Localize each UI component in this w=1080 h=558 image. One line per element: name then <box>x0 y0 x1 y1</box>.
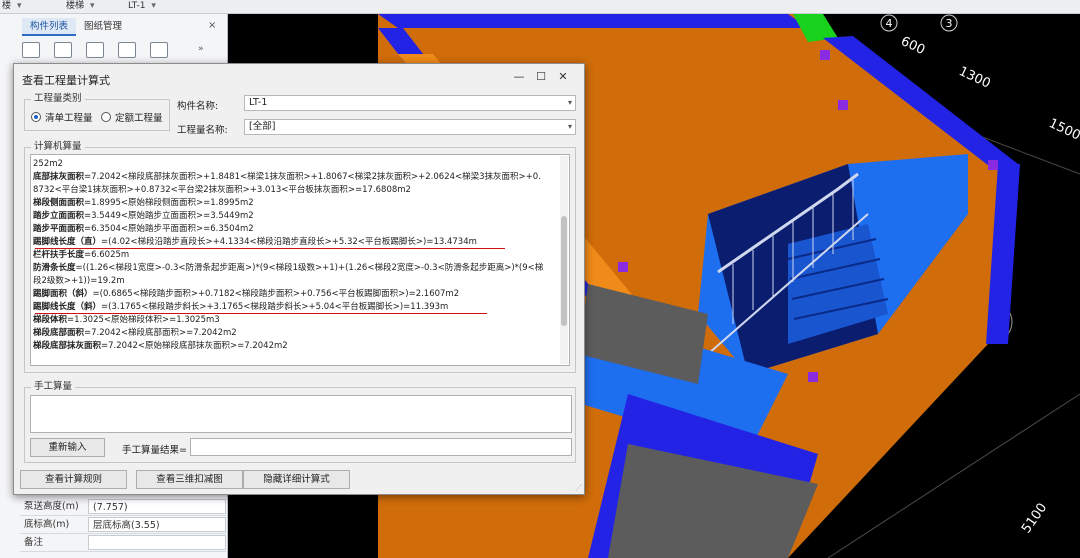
component-name-label: 构件名称: <box>177 101 219 112</box>
category-dropdown[interactable]: 楼梯 <box>66 0 95 13</box>
radio-label: 定额工程量 <box>115 113 163 124</box>
reenter-button[interactable]: 重新输入 <box>30 438 105 457</box>
left-panel-tabs: 构件列表 图纸管理 <box>22 18 130 36</box>
property-key: 备注 <box>24 537 44 548</box>
view-3d-deduction-button[interactable]: 查看三维扣减图 <box>136 470 243 489</box>
quantity-category-label: 工程量类别 <box>31 93 85 105</box>
radio-norm-quantity[interactable]: 定额工程量 <box>101 110 163 124</box>
purple-marker <box>808 372 818 382</box>
purple-marker <box>988 160 998 170</box>
dialog-title: 查看工程量计算式 <box>22 74 110 87</box>
property-value[interactable] <box>88 535 226 550</box>
maximize-icon[interactable]: ☐ <box>530 70 552 83</box>
layer-copy-icon[interactable] <box>118 42 136 58</box>
axis-label-3: 3 <box>946 17 953 30</box>
radio-unselected-icon <box>101 112 111 122</box>
delete-icon[interactable] <box>86 42 104 58</box>
calc-line: 8732<平台梁1抹灰面积>+0.8732<平台梁2抹灰面积>+3.013<平台… <box>33 185 411 195</box>
hide-details-button[interactable]: 隐藏详细计算式 <box>243 470 350 489</box>
computer-calc-label: 计算机算量 <box>31 141 85 153</box>
top-toolbar: 楼 楼梯 LT-1 <box>0 0 1080 14</box>
save-icon[interactable] <box>150 42 168 58</box>
minimize-icon[interactable]: — <box>508 70 530 83</box>
quantity-formula-dialog: 查看工程量计算式 — ☐ ✕ 工程量类别 清单工程量 定额工程量 构件名称: L… <box>13 63 585 495</box>
calc-line: 梯段体积=1.3025<原始梯段体积>=1.3025m3 <box>33 315 220 325</box>
tab-drawing-management[interactable]: 图纸管理 <box>76 18 130 36</box>
quantity-name-select[interactable]: [全部] <box>244 119 576 135</box>
purple-marker <box>838 100 848 110</box>
quantity-name-label: 工程量名称: <box>177 125 228 136</box>
manual-result-field[interactable] <box>190 438 572 456</box>
window-controls: — ☐ ✕ <box>508 70 574 83</box>
calc-line: 底部抹灰面积=7.2042<梯段底部抹灰面积>+1.8481<梯梁1抹灰面积>+… <box>33 172 541 182</box>
calc-line: 梯段底部面积=7.2042<梯段底部面积>=7.2042m2 <box>33 328 237 338</box>
close-icon[interactable]: ✕ <box>552 70 574 83</box>
radio-label: 清单工程量 <box>45 113 93 124</box>
floor-dropdown[interactable]: 楼 <box>2 0 22 13</box>
new-component-icon[interactable] <box>22 42 40 58</box>
calc-line: 梯段底部抹灰面积=7.2042<原始梯段底部抹灰面积>=7.2042m2 <box>33 341 288 351</box>
view-rules-button[interactable]: 查看计算规则 <box>20 470 127 489</box>
quantity-category-group: 工程量类别 清单工程量 定额工程量 <box>24 93 170 131</box>
calc-scrollbar[interactable] <box>560 156 568 364</box>
radio-bill-quantity[interactable]: 清单工程量 <box>31 110 93 124</box>
property-row: 泵送高度(m) (7.757) <box>20 498 226 516</box>
property-key: 泵送高度(m) <box>24 501 79 512</box>
property-value[interactable]: (7.757) <box>88 499 226 514</box>
scrollbar-thumb[interactable] <box>561 216 567 326</box>
property-key: 底标高(m) <box>24 519 70 530</box>
calc-formula-textbox[interactable]: 252m2 底部抹灰面积=7.2042<梯段底部抹灰面积>+1.8481<梯梁1… <box>30 154 570 366</box>
component-toolbar <box>22 42 182 58</box>
calc-line: 踏步立面面积=3.5449<原始踏步立面面积>=3.5449m2 <box>33 211 254 221</box>
expand-toolbar-icon[interactable]: » <box>198 44 204 54</box>
close-icon[interactable]: × <box>208 20 216 31</box>
calc-line: 段2级数>+1))=19.2m <box>33 276 125 286</box>
top-wall-band <box>378 14 808 28</box>
resize-grip-icon[interactable]: ⋰ <box>575 484 582 492</box>
calc-line-highlighted: 踢脚线长度（斜）=(3.1765<梯段踏步斜长>+3.1765<梯段踏步斜长>+… <box>33 302 449 312</box>
calc-line-highlighted: 踢脚线长度（直）=(4.02<梯段沿踏步直段长>+4.1334<梯段沿踏步直段长… <box>33 237 477 247</box>
component-name-select[interactable]: LT-1 <box>244 95 576 111</box>
calc-line: 防滑条长度=((1.26<梯段1宽度>-0.3<防滑条起步距离>)*(9<梯段1… <box>33 263 544 273</box>
calc-line: 栏杆扶手长度=6.6025m <box>33 250 130 260</box>
property-value[interactable]: 层底标高(3.55) <box>88 517 226 532</box>
purple-marker <box>820 50 830 60</box>
radio-selected-icon <box>31 112 41 122</box>
property-row: 备注 <box>20 534 226 552</box>
manual-calc-label: 手工算量 <box>31 381 76 393</box>
calc-line: 踏步平面面积=6.3504<原始踏步平面面积>=6.3504m2 <box>33 224 254 234</box>
property-row: 底标高(m) 层底标高(3.55) <box>20 516 226 534</box>
manual-result-label: 手工算量结果= <box>122 445 187 456</box>
component-dropdown[interactable]: LT-1 <box>128 0 156 13</box>
calc-line: 踢脚面积（斜）=(0.6865<梯段踏步面积>+0.7182<梯段踏步面积>+0… <box>33 289 460 299</box>
tab-component-list[interactable]: 构件列表 <box>22 18 77 36</box>
property-list: 泵送高度(m) (7.757) 底标高(m) 层底标高(3.55) 备注 <box>20 498 226 552</box>
calc-line: 252m2 <box>33 159 63 169</box>
axis-label-4: 4 <box>886 17 893 30</box>
purple-marker <box>618 262 628 272</box>
copy-icon[interactable] <box>54 42 72 58</box>
calc-line: 梯段侧面面积=1.8995<原始梯段侧面面积>=1.8995m2 <box>33 198 254 208</box>
manual-formula-input[interactable] <box>30 395 572 433</box>
